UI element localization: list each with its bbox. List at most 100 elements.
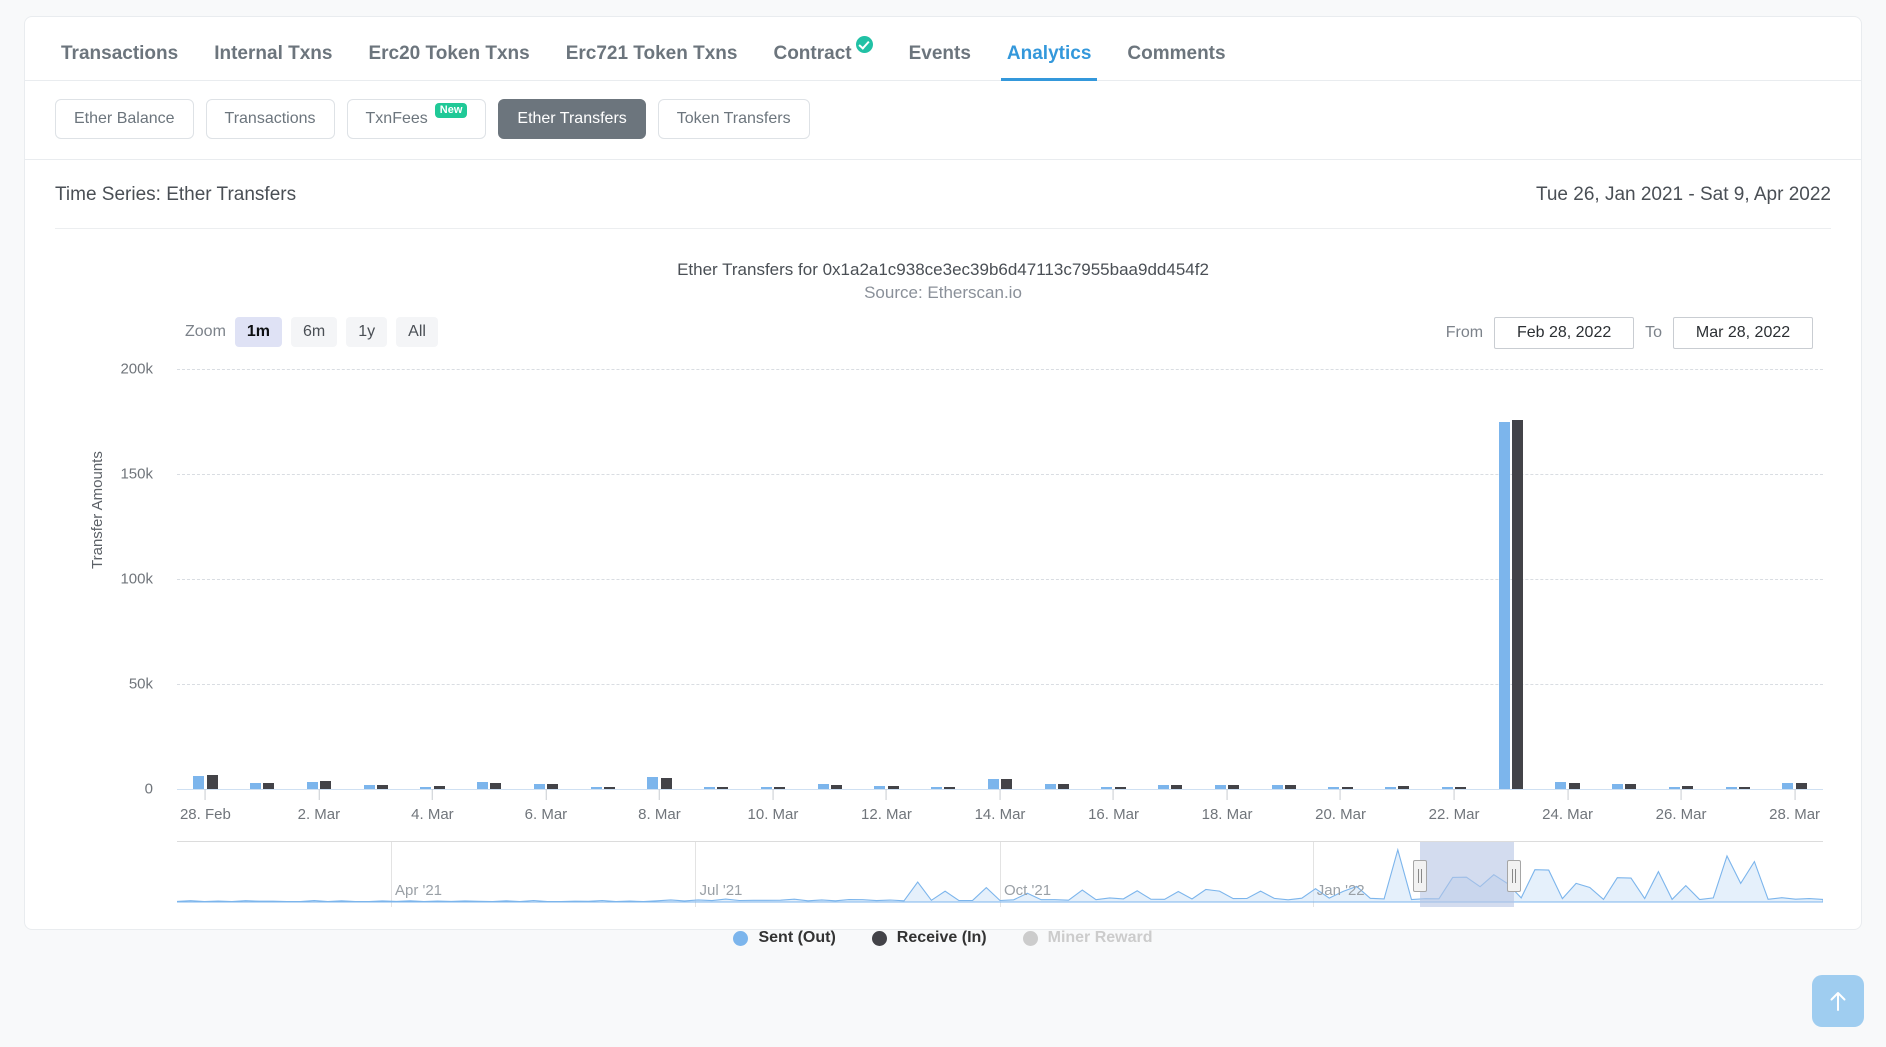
panel-header: Time Series: Ether Transfers Tue 26, Jan… <box>25 160 1861 228</box>
chart-type-pill-group: Ether Balance Transactions TxnFees New Ether… <box>25 81 1861 160</box>
pill-ether-transfers[interactable]: Ether Transfers <box>498 99 646 139</box>
x-axis-tick-text: 4. Mar <box>411 806 454 823</box>
bar-sent[interactable] <box>1498 421 1510 789</box>
bar-receive[interactable] <box>1511 420 1523 789</box>
chart-subtitle: Source: Etherscan.io <box>864 282 1022 302</box>
navigator-tick-label: Jan '22 <box>1316 882 1365 899</box>
bar-receive[interactable] <box>1001 779 1013 789</box>
bar-sent[interactable] <box>987 778 999 789</box>
legend-color-dot <box>733 930 749 946</box>
tab-label: Analytics <box>1006 43 1092 64</box>
tab-label: Comments <box>1127 43 1226 64</box>
plot-area: Transfer Amounts 0 50k 100k 150k 200k 28. Fe… <box>25 361 1861 823</box>
legend-item-receive-in-[interactable]: Receive (In) <box>871 929 987 947</box>
y-axis-label: Transfer Amounts <box>89 451 106 569</box>
zoom-option-1y[interactable]: 1y <box>346 317 388 347</box>
arrow-up-icon <box>1830 992 1846 1011</box>
navigator-tick-label: Oct '21 <box>1004 882 1052 899</box>
x-axis-tick-text: 2. Mar <box>297 806 341 823</box>
bar-receive[interactable] <box>660 778 672 789</box>
x-axis-tick-label: 24. Mar <box>1542 789 1593 823</box>
x-axis-tick-label: 4. Mar <box>411 789 454 823</box>
zoom-label: Zoom <box>185 323 226 340</box>
pill-txnfees[interactable]: TxnFees New <box>346 99 487 139</box>
panel-title: Time Series: Ether Transfers <box>55 184 297 205</box>
to-date-input[interactable] <box>1673 317 1813 349</box>
bar-sent[interactable] <box>647 777 659 789</box>
x-axis-tick-text: 28. Mar <box>1769 806 1821 823</box>
date-range-inputs: From To <box>1446 317 1813 349</box>
legend-color-dot <box>1022 930 1038 946</box>
x-axis-tick-text: 8. Mar <box>638 806 681 823</box>
tab-comments[interactable]: Comments <box>1109 44 1243 80</box>
tab-label: Erc721 Token Txns <box>565 43 738 64</box>
pill-label: Token Transfers <box>676 110 791 127</box>
pill-transactions[interactable]: Transactions <box>205 99 335 139</box>
tab-label: Transactions <box>61 43 179 64</box>
y-axis-tick-label: 150k <box>120 465 153 483</box>
x-axis-tick-label: 8. Mar <box>638 789 681 823</box>
x-axis-tick-label: 28. Feb <box>180 789 231 823</box>
x-axis: 28. Feb 2. Mar 4. Mar 6. Mar 8. Mar 10. Mar 12… <box>177 789 1823 829</box>
x-axis-tick-mark <box>658 789 660 800</box>
navigator-tick-label: Jul '21 <box>699 882 743 899</box>
x-axis-tick-mark <box>885 789 887 800</box>
from-date-input[interactable] <box>1494 317 1635 349</box>
x-axis-tick-text: 28. Feb <box>179 806 231 823</box>
nav-tabs: Transactions Internal Txns Erc20 Token Txn… <box>25 17 1861 81</box>
tab-analytics[interactable]: Analytics <box>989 43 1109 81</box>
analytics-card: Transactions Internal Txns Erc20 Token Txn… <box>24 16 1862 946</box>
pill-ether-balance[interactable]: Ether Balance <box>55 99 194 139</box>
navigator-tick-label: Apr '21 <box>394 882 443 899</box>
tab-erc721-token-txns[interactable]: Erc721 Token Txns <box>548 44 756 80</box>
tab-transactions[interactable]: Transactions <box>43 44 196 80</box>
x-axis-tick-label: 14. Mar <box>974 789 1026 823</box>
bar-receive[interactable] <box>206 774 218 789</box>
chart-title: Ether Transfers for 0x1a2a1c938ce3ec39b6… <box>677 260 1209 279</box>
new-badge: New <box>434 102 468 118</box>
bar-receive[interactable] <box>320 781 332 789</box>
x-axis-tick-mark <box>1680 789 1682 800</box>
tab-contract[interactable]: Contract <box>755 36 890 80</box>
x-axis-tick-mark <box>1794 789 1796 800</box>
navigator-selection[interactable] <box>1419 842 1514 907</box>
x-axis-tick-mark <box>1340 789 1342 800</box>
x-axis-tick-text: 14. Mar <box>974 806 1026 823</box>
navigator-inner: Apr '21 Jul '21 Oct '21 Jan '22 <box>177 842 1823 907</box>
tab-events[interactable]: Events <box>891 44 989 80</box>
legend-color-dot <box>871 930 887 946</box>
zoom-option-1m[interactable]: 1m <box>234 317 283 347</box>
chart-container: Ether Transfers for 0x1a2a1c938ce3ec39b6… <box>25 229 1861 946</box>
pill-label: Transactions <box>224 110 316 127</box>
tab-erc20-token-txns[interactable]: Erc20 Token Txns <box>350 44 547 80</box>
x-axis-tick-text: 24. Mar <box>1542 806 1594 823</box>
bar-sent[interactable] <box>477 782 489 789</box>
pill-token-transfers[interactable]: Token Transfers <box>657 99 810 139</box>
zoom-option-all[interactable]: All <box>396 317 438 347</box>
x-axis-tick-text: 26. Mar <box>1655 806 1707 823</box>
legend-label: Miner Reward <box>1047 929 1153 946</box>
scroll-to-top-button[interactable] <box>1812 975 1864 1027</box>
x-axis-tick-label: 18. Mar <box>1201 789 1253 823</box>
x-axis-tick-mark <box>999 789 1001 800</box>
y-axis-tick-label: 100k <box>120 570 153 588</box>
y-axis-tick-label: 200k <box>120 360 153 378</box>
x-axis-tick-label: 28. Mar <box>1769 789 1820 823</box>
bar-sent[interactable] <box>306 781 318 789</box>
bar-sent[interactable] <box>193 775 205 789</box>
x-axis-tick-text: 6. Mar <box>524 806 568 823</box>
x-axis-tick-label: 2. Mar <box>297 789 341 823</box>
range-navigator[interactable]: Apr '21 Jul '21 Oct '21 Jan '22 <box>177 841 1823 907</box>
tab-internal-txns[interactable]: Internal Txns <box>196 44 350 80</box>
tab-label: Events <box>908 43 971 64</box>
x-axis-tick-text: 18. Mar <box>1201 806 1253 823</box>
navigator-handle-right[interactable] <box>1506 860 1521 892</box>
zoom-option-6m[interactable]: 6m <box>291 317 338 347</box>
bar-sent[interactable] <box>1555 782 1567 789</box>
legend-item-miner-reward[interactable]: Miner Reward <box>1022 929 1153 947</box>
pill-label: Ether Transfers <box>517 110 627 127</box>
legend-item-sent-out-[interactable]: Sent (Out) <box>733 929 836 947</box>
x-axis-tick-text: 20. Mar <box>1315 806 1366 823</box>
y-axis-tick-label: 50k <box>128 675 153 693</box>
navigator-handle-left[interactable] <box>1412 860 1427 892</box>
